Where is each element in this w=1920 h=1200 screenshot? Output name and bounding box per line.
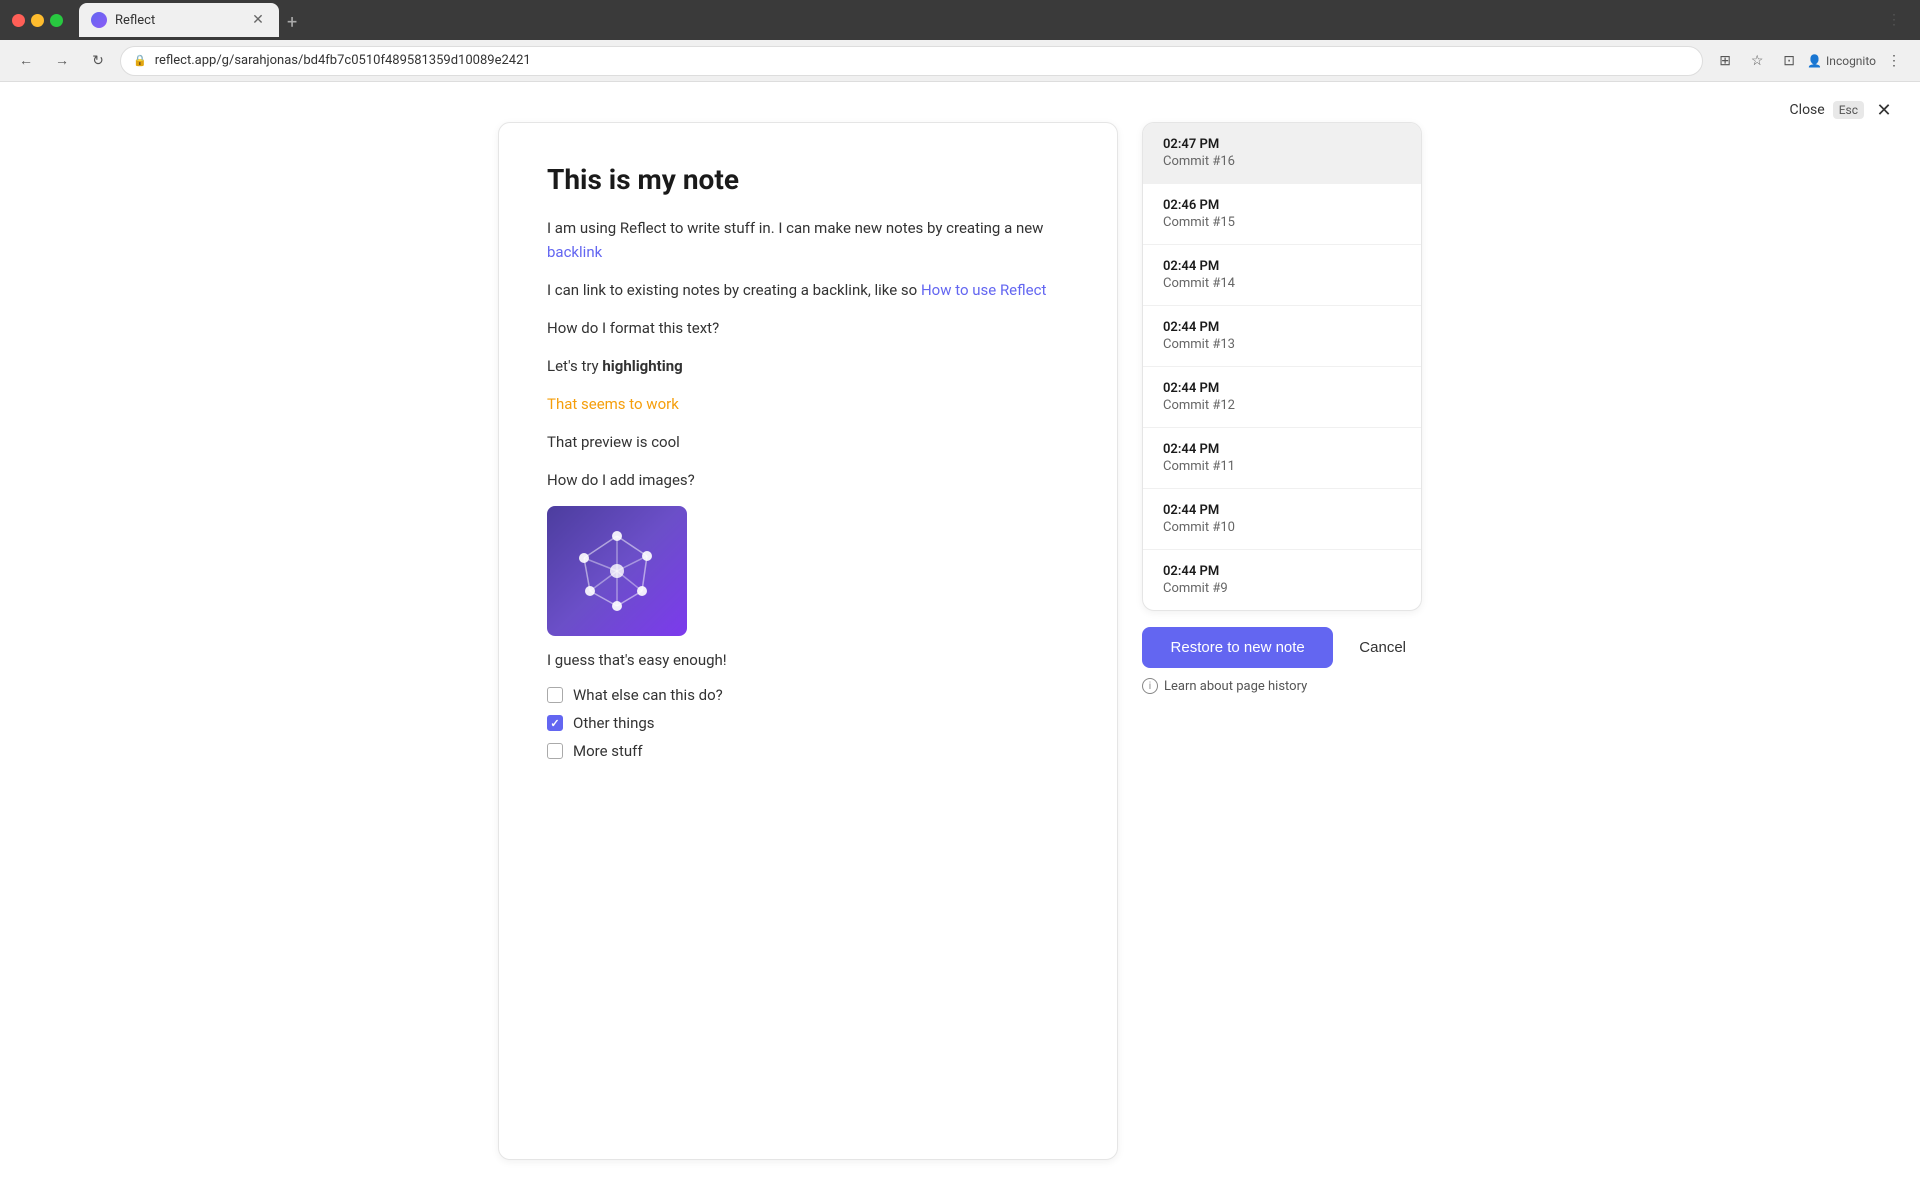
history-commit-3: Commit #13 (1163, 337, 1401, 352)
refresh-button[interactable]: ↻ (84, 47, 112, 75)
history-time-3: 02:44 PM (1163, 320, 1401, 335)
note-paragraph-3: How do I format this text? (547, 316, 1069, 340)
history-commit-1: Commit #15 (1163, 215, 1401, 230)
history-item-5[interactable]: 02:44 PM Commit #11 (1143, 428, 1421, 489)
tab-bar: Reflect ✕ + (79, 3, 1872, 37)
history-item-2[interactable]: 02:44 PM Commit #14 (1143, 245, 1421, 306)
browser-chrome: Reflect ✕ + ⋮ ← → ↻ 🔒 reflect.app/g/sara… (0, 0, 1920, 82)
note-paragraph-6: I guess that's easy enough! (547, 648, 1069, 672)
info-icon: i (1142, 678, 1158, 694)
browser-titlebar: Reflect ✕ + ⋮ (0, 0, 1920, 40)
history-item-3[interactable]: 02:44 PM Commit #13 (1143, 306, 1421, 367)
new-tab-button[interactable]: + (279, 8, 305, 37)
checkbox-2[interactable] (547, 715, 563, 731)
close-bar: Close Esc ✕ (1790, 98, 1896, 122)
incognito-badge: 👤 Incognito (1807, 54, 1876, 68)
minimize-window-button[interactable] (31, 14, 44, 27)
browser-tab-reflect[interactable]: Reflect ✕ (79, 3, 279, 37)
history-item-7[interactable]: 02:44 PM Commit #9 (1143, 550, 1421, 610)
learn-link-text: Learn about page history (1164, 679, 1307, 694)
checkbox-label-1: What else can this do? (573, 686, 723, 704)
browser-toolbar: ← → ↻ 🔒 reflect.app/g/sarahjonas/bd4fb7c… (0, 40, 1920, 82)
network-svg (562, 516, 672, 626)
note-body: I am using Reflect to write stuff in. I … (547, 216, 1069, 760)
incognito-label: Incognito (1826, 54, 1876, 68)
history-item-0[interactable]: 02:47 PM Commit #16 (1143, 123, 1421, 184)
address-bar[interactable]: 🔒 reflect.app/g/sarahjonas/bd4fb7c0510f4… (120, 46, 1703, 76)
incognito-icon: 👤 (1807, 54, 1822, 68)
history-commit-0: Commit #16 (1163, 154, 1401, 169)
history-commit-4: Commit #12 (1163, 398, 1401, 413)
highlight-word: highlighting (602, 357, 682, 375)
restore-to-new-note-button[interactable]: Restore to new note (1142, 627, 1333, 668)
checkbox-label-3: More stuff (573, 742, 643, 760)
that-seems-to-work-link[interactable]: That seems to work (547, 395, 679, 413)
checkbox-3[interactable] (547, 743, 563, 759)
browser-menu-button[interactable]: ⋮ (1880, 6, 1908, 34)
close-button[interactable]: ✕ (1872, 98, 1896, 122)
tab-close-button[interactable]: ✕ (249, 11, 267, 29)
history-time-4: 02:44 PM (1163, 381, 1401, 396)
history-item-6[interactable]: 02:44 PM Commit #10 (1143, 489, 1421, 550)
forward-button[interactable]: → (48, 47, 76, 75)
history-list: 02:47 PM Commit #16 02:46 PM Commit #15 … (1142, 122, 1422, 611)
tab-title: Reflect (115, 13, 241, 28)
history-time-2: 02:44 PM (1163, 259, 1401, 274)
history-commit-7: Commit #9 (1163, 581, 1401, 596)
main-layout: This is my note I am using Reflect to wr… (360, 82, 1560, 1200)
history-time-6: 02:44 PM (1163, 503, 1401, 518)
history-panel: 02:47 PM Commit #16 02:46 PM Commit #15 … (1142, 122, 1422, 1160)
close-window-button[interactable] (12, 14, 25, 27)
maximize-window-button[interactable] (50, 14, 63, 27)
close-label: Close (1790, 102, 1825, 118)
url-text: reflect.app/g/sarahjonas/bd4fb7c0510f489… (155, 53, 531, 68)
note-paragraph-1: I am using Reflect to write stuff in. I … (547, 216, 1069, 264)
history-item-4[interactable]: 02:44 PM Commit #12 (1143, 367, 1421, 428)
screen-capture-icon[interactable]: ⊡ (1775, 47, 1803, 75)
learn-about-history-link[interactable]: i Learn about page history (1142, 678, 1422, 694)
how-to-use-reflect-link[interactable]: How to use Reflect (921, 281, 1046, 299)
backlink[interactable]: backlink (547, 243, 602, 261)
history-item-1[interactable]: 02:46 PM Commit #15 (1143, 184, 1421, 245)
checkbox-item-3: More stuff (547, 742, 1069, 760)
note-panel: This is my note I am using Reflect to wr… (498, 122, 1118, 1160)
note-paragraph-5: How do I add images? (547, 468, 1069, 492)
checkbox-1[interactable] (547, 687, 563, 703)
checkbox-item-2: Other things (547, 714, 1069, 732)
history-time-1: 02:46 PM (1163, 198, 1401, 213)
page-content: Close Esc ✕ This is my note I am using R… (0, 82, 1920, 1200)
cancel-button[interactable]: Cancel (1343, 627, 1422, 668)
lock-icon: 🔒 (133, 54, 147, 67)
browser-menu-dots[interactable]: ⋮ (1880, 47, 1908, 75)
bookmark-icon[interactable]: ☆ (1743, 47, 1771, 75)
history-time-7: 02:44 PM (1163, 564, 1401, 579)
note-title: This is my note (547, 163, 1069, 196)
toolbar-actions: ⊞ ☆ ⊡ 👤 Incognito ⋮ (1711, 47, 1908, 75)
note-paragraph-highlight: Let's try highlighting (547, 354, 1069, 378)
history-commit-6: Commit #10 (1163, 520, 1401, 535)
tab-favicon-reflect (91, 12, 107, 28)
history-actions: Restore to new note Cancel (1142, 627, 1422, 668)
history-commit-2: Commit #14 (1163, 276, 1401, 291)
note-paragraph-4: That preview is cool (547, 430, 1069, 454)
note-link-line: That seems to work (547, 392, 1069, 416)
back-button[interactable]: ← (12, 47, 40, 75)
checkbox-label-2: Other things (573, 714, 655, 732)
checkbox-item-1: What else can this do? (547, 686, 1069, 704)
note-paragraph-2: I can link to existing notes by creating… (547, 278, 1069, 302)
extensions-icon[interactable]: ⊞ (1711, 47, 1739, 75)
note-image (547, 506, 687, 636)
esc-badge: Esc (1833, 101, 1864, 119)
history-commit-5: Commit #11 (1163, 459, 1401, 474)
history-time-0: 02:47 PM (1163, 137, 1401, 152)
traffic-lights (12, 14, 63, 27)
history-time-5: 02:44 PM (1163, 442, 1401, 457)
